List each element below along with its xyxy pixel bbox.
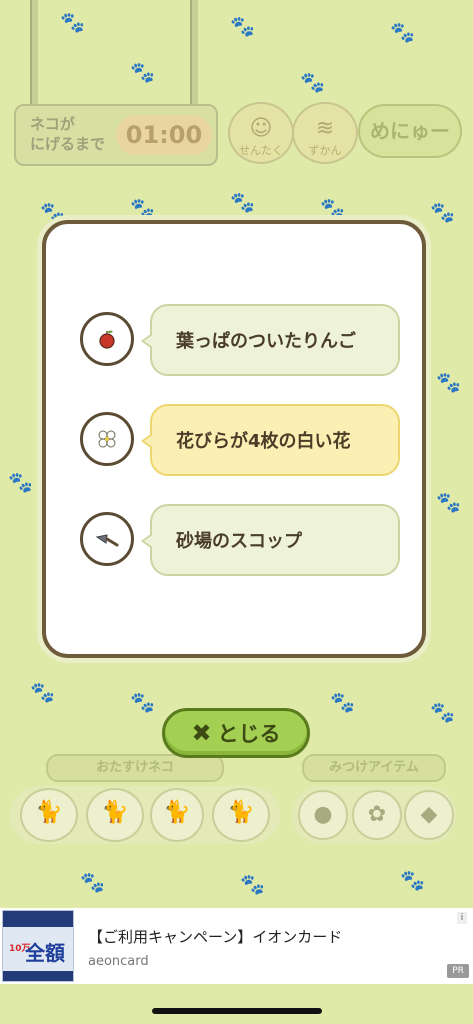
sign-post (190, 0, 198, 110)
ad-title[interactable]: 【ご利用キャンペーン】イオンカード (88, 926, 342, 947)
ad-pr-badge: PR (447, 964, 469, 978)
info-icon[interactable]: i (457, 912, 467, 924)
timer-value: 01:00 (116, 115, 212, 155)
encyclopedia-button-label: ずかん (308, 144, 342, 157)
bottom-safe-area (0, 984, 473, 1024)
ad-thumbnail[interactable]: 10万 全額 (2, 910, 74, 982)
cat-slot[interactable]: 🐈 (20, 788, 78, 842)
cat-slot[interactable]: 🐈 (212, 788, 270, 842)
list-item[interactable]: 葉っぱのついたりんご (80, 304, 400, 376)
cat-slot[interactable]: 🐈 (86, 788, 144, 842)
item-label-apple: 葉っぱのついたりんご (141, 304, 400, 376)
menu-button-label: めにゅー (370, 119, 450, 143)
shovel-icon (80, 512, 134, 566)
list-item[interactable]: 花びらが4枚の白い花 (80, 404, 400, 476)
fish-icon: ≋ (315, 116, 335, 141)
ad-banner[interactable]: 10万 全額 【ご利用キャンペーン】イオンカード aeoncard i PR (0, 908, 473, 984)
ad-domain[interactable]: aeoncard (88, 954, 149, 969)
item-label-flower: 花びらが4枚の白い花 (141, 404, 400, 476)
home-indicator[interactable] (152, 1008, 322, 1014)
cat-face-icon: ☺ (249, 116, 273, 141)
flower-icon (80, 412, 134, 466)
item-slot-apple[interactable]: ● (298, 790, 348, 840)
item-slot-flower[interactable]: ✿ (352, 790, 402, 840)
list-item[interactable]: 砂場のスコップ (80, 504, 400, 576)
item-list-dialog: 葉っぱのついたりんご 花びらが4枚の白い花 砂場のスコップ (42, 220, 426, 658)
close-button-label: とじる (217, 722, 281, 746)
ad-thumb-headline: 全額 (25, 941, 65, 965)
encyclopedia-button[interactable]: ≋ ずかん (292, 102, 358, 164)
item-slot-shovel[interactable]: ◆ (404, 790, 454, 840)
apple-icon (80, 312, 134, 366)
select-button-label: せんたく (239, 144, 283, 157)
timer-label: ネコが にげるまで (30, 115, 106, 153)
found-items-label: みつけアイテム (302, 754, 446, 782)
item-label-shovel: 砂場のスコップ (141, 504, 400, 576)
helper-cats-label: おたすけネコ (46, 754, 224, 782)
close-button[interactable]: ✖ とじる (162, 708, 310, 758)
close-icon: ✖ (191, 719, 212, 747)
escape-timer-board: ネコが にげるまで 01:00 (14, 104, 218, 166)
select-button[interactable]: ☺ せんたく (228, 102, 294, 164)
cat-slot[interactable]: 🐈 (150, 788, 204, 842)
menu-button[interactable]: めにゅー (358, 104, 462, 158)
sign-post (30, 0, 38, 110)
